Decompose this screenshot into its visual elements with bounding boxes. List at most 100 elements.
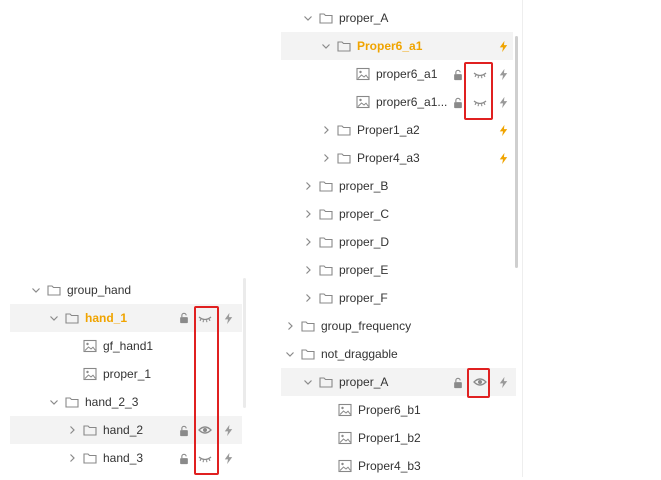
tree-row[interactable]: Proper1_b2	[281, 424, 516, 452]
tree-row-label: proper_A	[339, 375, 389, 389]
tree-row[interactable]: gf_hand1	[10, 332, 245, 360]
chevron-down-icon[interactable]	[285, 349, 295, 359]
tree-row[interactable]: group_frequency	[281, 312, 516, 340]
lightning-icon[interactable]	[496, 95, 510, 109]
image-icon	[356, 95, 370, 109]
tree-row-label: hand_1	[85, 311, 128, 325]
tree-row[interactable]: proper_E	[281, 256, 516, 284]
folder-icon	[319, 207, 333, 221]
tree-row[interactable]: not_draggable	[281, 340, 516, 368]
chevron-right-icon[interactable]	[67, 453, 77, 463]
chevron-right-icon[interactable]	[321, 125, 331, 135]
chevron-down-icon[interactable]	[31, 285, 41, 295]
tree-row[interactable]: hand_2_3	[10, 388, 245, 416]
tree-row-label: proper_A	[339, 11, 389, 25]
lock-icon[interactable]	[451, 96, 465, 110]
tree-row-label: group_hand	[67, 283, 132, 297]
folder-icon	[337, 151, 351, 165]
lock-icon[interactable]	[177, 311, 191, 325]
tree-row[interactable]: proper_A	[281, 4, 516, 32]
tree-row[interactable]: proper_D	[281, 228, 516, 256]
tree-row-label: Proper4_b3	[358, 459, 421, 473]
tree-row[interactable]: proper6_a1	[281, 60, 516, 88]
scrollbar[interactable]	[243, 278, 246, 408]
eye-open-icon[interactable]	[473, 375, 487, 389]
folder-icon	[319, 11, 333, 25]
image-icon	[338, 459, 352, 473]
image-icon	[83, 367, 97, 381]
chevron-right-icon[interactable]	[303, 181, 313, 191]
tree-row[interactable]: group_hand	[10, 276, 245, 304]
folder-icon	[47, 283, 61, 297]
tree-row[interactable]: Proper6_a1	[281, 32, 513, 60]
eye-closed-icon[interactable]	[473, 95, 487, 109]
image-icon	[338, 431, 352, 445]
lightning-icon[interactable]	[496, 39, 510, 53]
eye-open-icon[interactable]	[198, 423, 212, 437]
tree-row-label: proper_B	[339, 179, 389, 193]
eye-closed-icon[interactable]	[473, 67, 487, 81]
tree-row-label: proper_E	[339, 263, 389, 277]
lightning-icon[interactable]	[496, 123, 510, 137]
lightning-icon[interactable]	[221, 423, 235, 437]
tree-row-label: proper_C	[339, 207, 390, 221]
right-tree-panel: proper_A Proper6_a1 proper6_a1 proper6_a…	[276, 0, 526, 477]
tree-row[interactable]: proper_1	[10, 360, 245, 388]
tree-row[interactable]: hand_3	[10, 444, 245, 472]
scrollbar-thumb[interactable]	[515, 36, 518, 268]
chevron-right-icon[interactable]	[303, 237, 313, 247]
lightning-icon[interactable]	[496, 67, 510, 81]
chevron-down-icon[interactable]	[303, 377, 313, 387]
tree-row-label: hand_3	[103, 451, 144, 465]
tree-row-label: Proper6_a1	[357, 39, 423, 53]
tree-row[interactable]: Proper4_b3	[281, 452, 516, 480]
chevron-down-icon[interactable]	[303, 13, 313, 23]
tree-row[interactable]: proper_F	[281, 284, 516, 312]
lightning-icon[interactable]	[496, 375, 510, 389]
chevron-down-icon[interactable]	[49, 313, 59, 323]
tree-row-label: Proper6_b1	[358, 403, 421, 417]
tree-row-label: proper_D	[339, 235, 390, 249]
chevron-right-icon[interactable]	[303, 265, 313, 275]
eye-closed-icon[interactable]	[198, 311, 212, 325]
image-icon	[83, 339, 97, 353]
tree-row-label: proper6_a1	[376, 67, 438, 81]
folder-icon	[83, 423, 97, 437]
folder-icon	[301, 347, 315, 361]
tree-row[interactable]: proper_C	[281, 200, 516, 228]
lock-icon[interactable]	[177, 424, 191, 438]
folder-icon	[301, 319, 315, 333]
tree-row[interactable]: Proper6_b1	[281, 396, 516, 424]
chevron-right-icon[interactable]	[303, 209, 313, 219]
lightning-icon[interactable]	[221, 311, 235, 325]
tree-row[interactable]: proper6_a1...	[281, 88, 516, 116]
chevron-down-icon[interactable]	[49, 397, 59, 407]
chevron-right-icon[interactable]	[285, 321, 295, 331]
tree-row[interactable]: proper_B	[281, 172, 516, 200]
chevron-right-icon[interactable]	[321, 153, 331, 163]
image-icon	[356, 67, 370, 81]
folder-icon	[65, 311, 79, 325]
left-tree-panel: group_hand hand_1 gf_hand1 proper_1 hand…	[0, 0, 250, 477]
tree-row-label: not_draggable	[321, 347, 398, 361]
chevron-right-icon[interactable]	[303, 293, 313, 303]
lock-icon[interactable]	[451, 68, 465, 82]
lightning-icon[interactable]	[221, 451, 235, 465]
lock-icon[interactable]	[451, 376, 465, 390]
lightning-icon[interactable]	[496, 151, 510, 165]
folder-icon	[65, 395, 79, 409]
image-icon	[338, 403, 352, 417]
folder-icon	[83, 451, 97, 465]
tree-row[interactable]: proper_A	[281, 368, 516, 396]
tree-row-label: proper_F	[339, 291, 388, 305]
tree-row[interactable]: hand_1	[10, 304, 242, 332]
tree-row[interactable]: Proper4_a3	[281, 144, 516, 172]
chevron-down-icon[interactable]	[321, 41, 331, 51]
eye-closed-icon[interactable]	[198, 451, 212, 465]
chevron-right-icon[interactable]	[67, 425, 77, 435]
tree-row[interactable]: hand_2	[10, 416, 242, 444]
tree-row[interactable]: Proper1_a2	[281, 116, 516, 144]
folder-icon	[319, 375, 333, 389]
tree-row-label: gf_hand1	[103, 339, 154, 353]
lock-icon[interactable]	[177, 452, 191, 466]
